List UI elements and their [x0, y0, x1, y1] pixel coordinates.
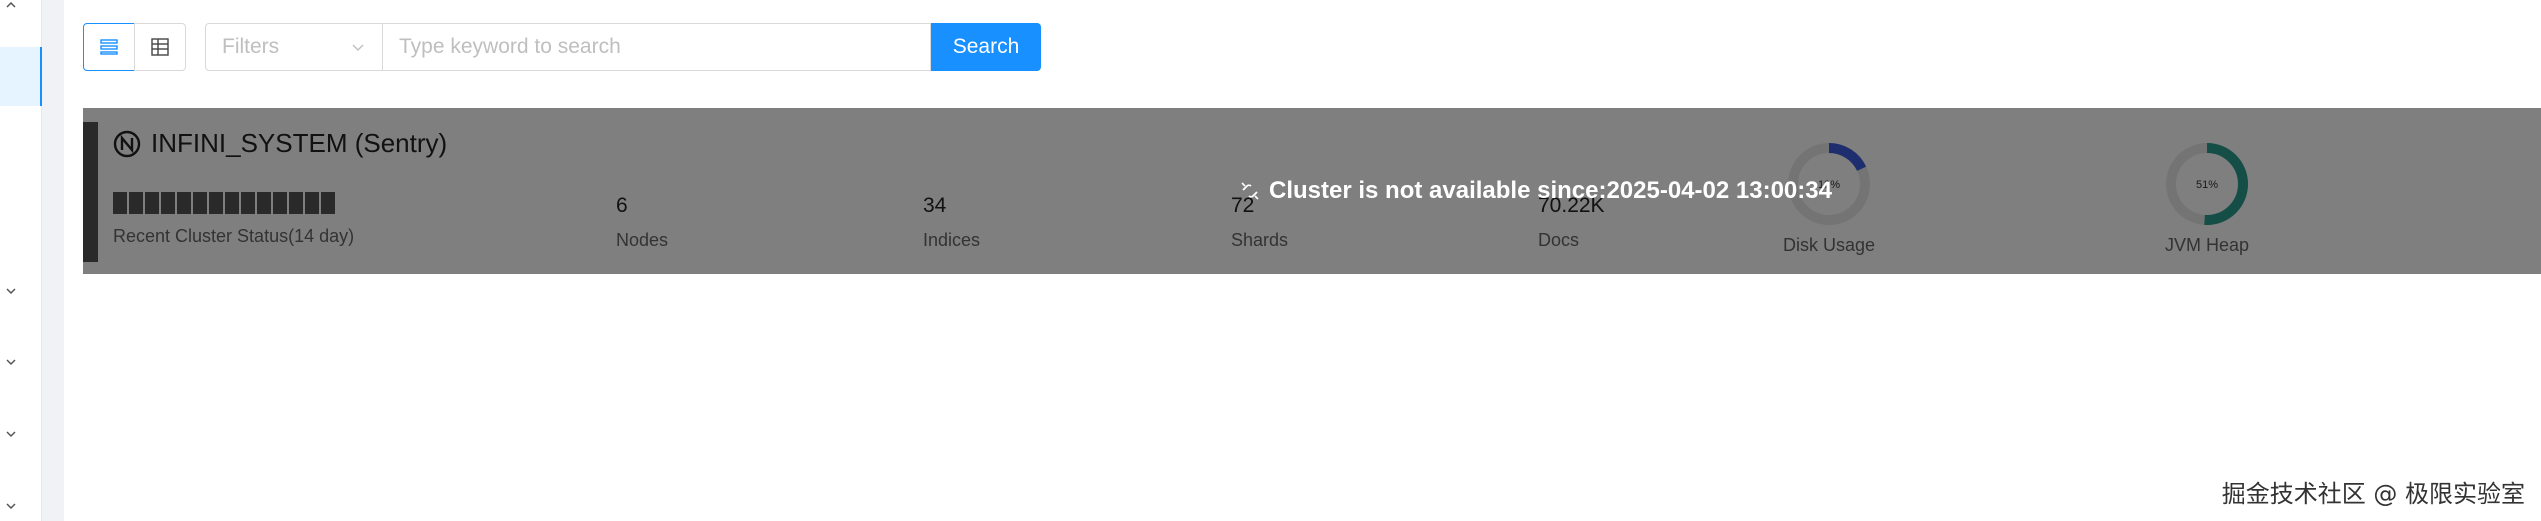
chevron-down-icon[interactable]	[4, 427, 18, 441]
search-input[interactable]	[383, 23, 931, 71]
disconnect-icon	[1241, 182, 1259, 200]
layout-gutter	[42, 0, 64, 521]
toolbar: Filters Search	[83, 23, 1041, 71]
sidebar	[0, 0, 42, 521]
chevron-down-icon[interactable]	[4, 355, 18, 369]
chevron-down-icon[interactable]	[4, 284, 18, 298]
chevron-up-icon[interactable]	[4, 0, 18, 12]
unavailable-text: Cluster is not available since:2025-04-0…	[1269, 177, 1832, 204]
filters-select[interactable]: Filters	[205, 23, 383, 71]
sidebar-active-item[interactable]	[0, 47, 40, 106]
chevron-down-icon[interactable]	[4, 499, 18, 513]
filters-placeholder: Filters	[222, 35, 280, 58]
table-view-button[interactable]	[134, 23, 186, 71]
list-view-icon	[100, 39, 118, 55]
cluster-card[interactable]: INFINI_SYSTEM (Sentry) Recent Cluster St…	[83, 108, 2541, 274]
chevron-down-icon	[352, 44, 364, 51]
unavailable-message: Cluster is not available since:2025-04-0…	[1239, 177, 1832, 205]
watermark: 掘金技术社区 @ 极限实验室	[2221, 480, 2525, 508]
table-view-icon	[151, 38, 169, 56]
search-button[interactable]: Search	[931, 23, 1041, 71]
list-view-button[interactable]	[83, 23, 135, 71]
